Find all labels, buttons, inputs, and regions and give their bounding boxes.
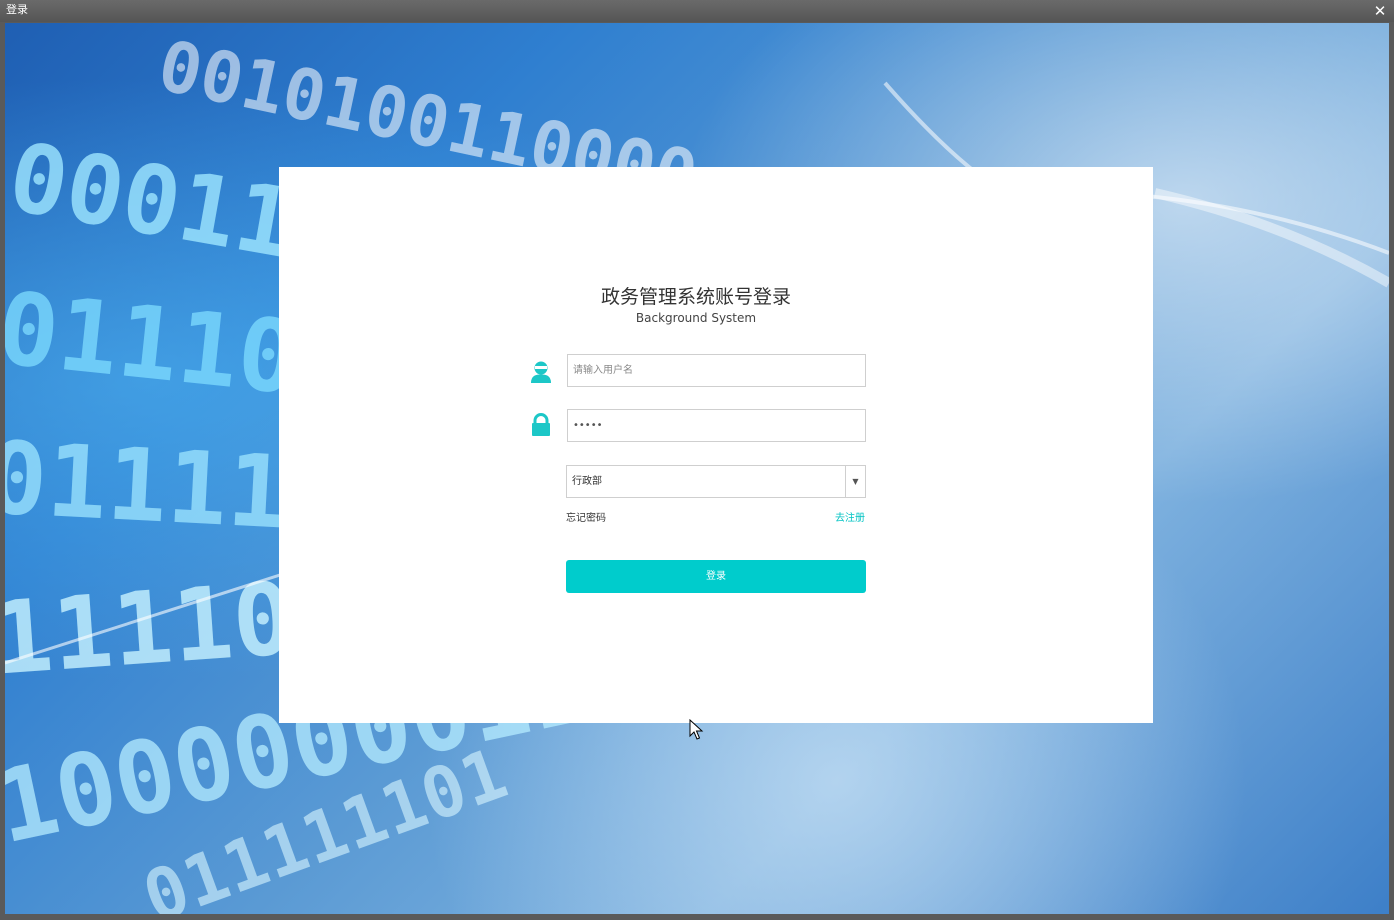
department-selected-value: 行政部 <box>572 476 602 487</box>
chevron-down-icon[interactable]: ▼ <box>845 466 865 497</box>
window-title: 登录 <box>6 3 28 16</box>
mouse-cursor-icon <box>689 719 704 740</box>
binary-row-2: 00011 <box>5 122 302 280</box>
login-card: 政务管理系统账号登录 Background System 行政部 ▼ <box>279 167 1153 723</box>
register-link[interactable]: 去注册 <box>835 512 865 526</box>
login-button[interactable]: 登录 <box>566 560 866 593</box>
password-input[interactable] <box>567 409 866 442</box>
page-subtitle: Background System <box>635 311 757 325</box>
login-window: 登录 ✕ 0010100110000 00011 011100 0111100 … <box>0 0 1394 920</box>
forgot-password-link[interactable]: 忘记密码 <box>566 512 606 526</box>
close-icon[interactable]: ✕ <box>1370 1 1390 21</box>
username-input[interactable] <box>567 354 866 387</box>
title-bar[interactable]: 登录 ✕ <box>0 0 1394 22</box>
page-title: 政务管理系统账号登录 <box>600 286 791 308</box>
user-icon <box>529 359 553 383</box>
department-select[interactable]: 行政部 ▼ <box>566 465 866 498</box>
lock-icon <box>529 413 553 437</box>
background-area: 0010100110000 00011 011100 0111100 11110… <box>5 23 1389 914</box>
